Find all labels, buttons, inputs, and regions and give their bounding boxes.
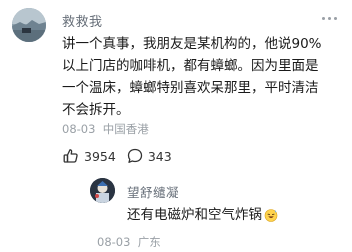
- reply-user-avatar[interactable]: [90, 178, 115, 203]
- avatar-landscape-image: [12, 8, 46, 42]
- reply-meta: 08-03 广东: [97, 234, 161, 250]
- grinning-sweat-emoji-icon: [264, 209, 278, 222]
- like-count: 3954: [84, 148, 116, 164]
- comment-username[interactable]: 救救我: [62, 11, 103, 30]
- reply-item: 望舒缱凝 还有电磁炉和空气炸锅 08-03 广东: [62, 172, 342, 252]
- reply-date: 08-03: [97, 235, 131, 249]
- comment-meta: 08-03 中国香港: [62, 121, 149, 137]
- like-button[interactable]: 3954: [62, 147, 116, 165]
- comment-date: 08-03: [62, 122, 96, 136]
- user-avatar[interactable]: [12, 8, 46, 42]
- comment-bubble-icon: [127, 148, 142, 163]
- reply-text: 还有电磁炉和空气炸锅: [127, 207, 262, 223]
- comment-text: 讲一个真事，我朋友是某机构的，他说90% 以上门店的咖啡机，都有蟑螂。因为里面是…: [62, 36, 322, 118]
- comment-card: 救救我 讲一个真事，我朋友是某机构的，他说90% 以上门店的咖啡机，都有蟑螂。因…: [0, 0, 352, 252]
- reply-avatar-image: [90, 178, 115, 203]
- thumbs-up-icon: [63, 149, 78, 163]
- reply-location: 广东: [137, 235, 161, 249]
- reply-username[interactable]: 望舒缱凝: [127, 182, 179, 201]
- reply-text-row: 还有电磁炉和空气炸锅: [127, 206, 278, 224]
- comment-actions: 3954 343: [62, 146, 172, 166]
- reply-button[interactable]: 343: [126, 147, 172, 165]
- comment-location: 中国香港: [102, 122, 149, 136]
- more-icon[interactable]: [320, 10, 340, 26]
- reply-count: 343: [147, 148, 172, 164]
